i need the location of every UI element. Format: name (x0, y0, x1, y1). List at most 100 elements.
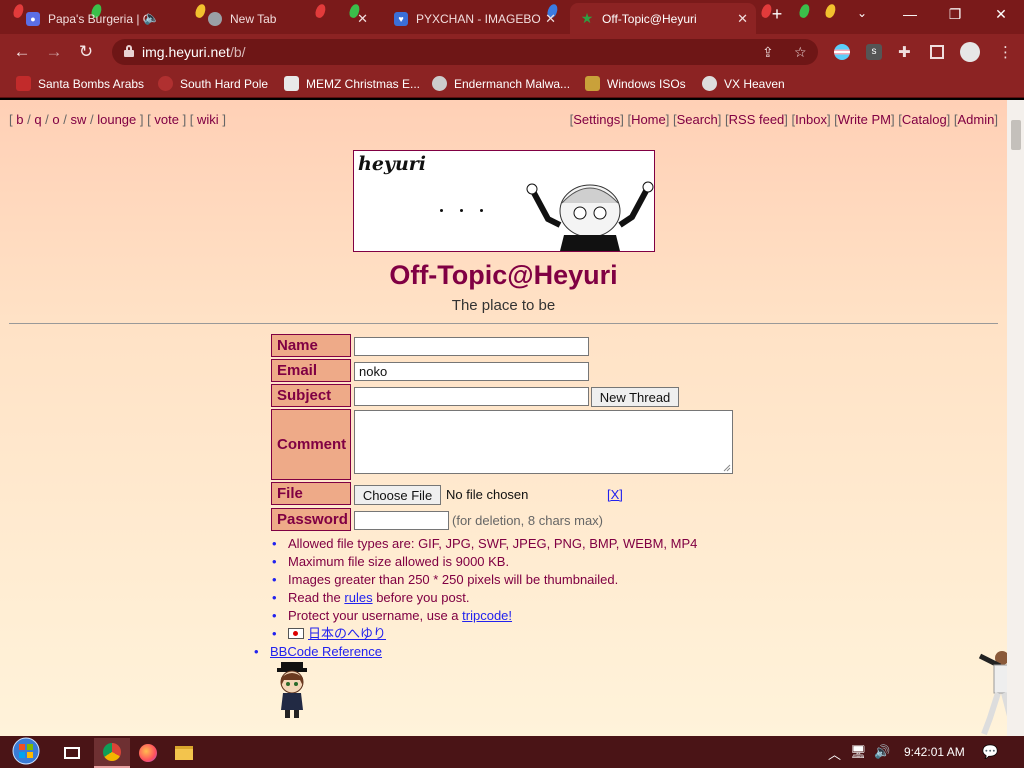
extensions-puzzle-icon[interactable]: ✚ (898, 43, 911, 61)
anime-girl-illustration (526, 181, 654, 251)
taskbar-file-explorer[interactable] (166, 738, 202, 768)
tab-pyxchan[interactable]: ♥ PYXCHAN - IMAGEBO ✕ (384, 3, 564, 34)
tab-title: Papa's Burgeria | C (48, 11, 150, 26)
side-panel-icon[interactable] (930, 45, 944, 59)
tab-title: Off-Topic@Heyuri (602, 11, 697, 26)
bracket: [ (9, 112, 13, 127)
share-icon[interactable]: ⇪ (762, 44, 774, 61)
task-view-icon (64, 747, 80, 759)
list-item: Protect your username, use a tripcode! (270, 607, 697, 625)
bookmark-memz-christmas[interactable]: MEMZ Christmas E... (284, 76, 420, 91)
search-link[interactable]: Search (677, 112, 718, 127)
bookmark-endermanch-malware[interactable]: Endermanch Malwa... (432, 76, 570, 91)
lock-icon[interactable] (124, 45, 134, 57)
url-text[interactable]: img.heyuri.net/b/ (142, 44, 246, 60)
wiki-link[interactable]: wiki (197, 112, 219, 127)
new-thread-button[interactable]: New Thread (591, 387, 679, 407)
menu-kebab-icon[interactable]: ⋮ (998, 43, 1013, 61)
taskbar-firefox[interactable] (130, 738, 166, 768)
name-field[interactable] (354, 337, 589, 356)
password-field[interactable] (354, 511, 449, 530)
board-link-o[interactable]: o (52, 112, 59, 127)
speaker-icon[interactable]: 🔈 (144, 10, 160, 26)
page-viewport: [ b / q / o / sw / lounge ] [ vote ] [ w… (0, 100, 1024, 736)
board-banner[interactable]: heyuri (353, 150, 655, 252)
forward-arrow-icon[interactable]: → (42, 42, 66, 62)
window-close-button[interactable]: ✕ (986, 6, 1016, 23)
vote-link[interactable]: vote (154, 112, 179, 127)
christmas-light-icon (823, 2, 838, 20)
subject-label: Subject (271, 384, 351, 407)
board-link-sw[interactable]: sw (70, 112, 86, 127)
start-button[interactable] (6, 736, 46, 766)
network-icon[interactable]: 🖥 (850, 744, 867, 760)
back-arrow-icon[interactable]: ← (10, 42, 34, 62)
divider (9, 323, 998, 324)
task-view-button[interactable] (54, 738, 90, 768)
trans-flag-extension-icon[interactable] (834, 44, 850, 60)
bookmark-windows-isos[interactable]: Windows ISOs (585, 76, 686, 91)
scrollbar-thumb[interactable] (1011, 120, 1021, 150)
board-link-lounge[interactable]: lounge (97, 112, 136, 127)
email-field[interactable]: noko (354, 362, 589, 381)
comment-textarea[interactable] (354, 410, 733, 474)
notifications-icon[interactable]: 💬 (982, 744, 998, 760)
catalog-link[interactable]: Catalog (902, 112, 947, 127)
close-tab-icon[interactable]: ✕ (357, 11, 368, 27)
board-link-q[interactable]: q (34, 112, 41, 127)
inbox-link[interactable]: Inbox (795, 112, 827, 127)
rules-link[interactable]: rules (344, 590, 372, 605)
bookmark-santa-bombs-arabs[interactable]: Santa Bombs Arabs (16, 76, 144, 91)
write-pm-link[interactable]: Write PM (838, 112, 891, 127)
bookmark-favicon-icon (702, 76, 717, 91)
ellipsis-dot (460, 209, 463, 212)
page-scrollbar[interactable] (1007, 100, 1024, 736)
taskbar-clock[interactable]: 9:42:01 AM (904, 745, 965, 759)
board-link-b[interactable]: b (16, 112, 23, 127)
tab-off-topic-heyuri[interactable]: ★ Off-Topic@Heyuri ✕ (570, 3, 756, 34)
subject-field[interactable] (354, 387, 589, 406)
bookmark-vx-heaven[interactable]: VX Heaven (702, 76, 785, 91)
tab-new-tab[interactable]: New Tab ✕ (198, 3, 376, 34)
file-label: File (271, 482, 351, 505)
password-label: Password (271, 508, 351, 531)
bookmark-star-icon[interactable]: ☆ (794, 44, 807, 61)
home-link[interactable]: Home (631, 112, 666, 127)
remove-file-link[interactable]: [X] (607, 487, 623, 502)
new-tab-button[interactable]: + (762, 4, 792, 25)
japan-flag-icon (288, 628, 304, 639)
bbcode-reference-link[interactable]: BBCode Reference (270, 644, 382, 659)
show-hidden-icons-chevron-icon[interactable]: ︿ (828, 744, 841, 763)
banner-logo-text: heyuri (358, 153, 426, 175)
star-favicon-icon: ★ (580, 10, 594, 26)
tab-papas-burgeria[interactable]: ● Papa's Burgeria | C 🔈 (16, 3, 160, 34)
reload-icon[interactable]: ↻ (74, 42, 98, 62)
bookmarks-bar: Santa Bombs Arabs South Hard Pole MEMZ C… (0, 70, 1024, 98)
address-bar[interactable]: img.heyuri.net/b/ ⇪ ☆ (112, 39, 818, 65)
bracket: ] (222, 112, 226, 127)
restore-button[interactable]: ❐ (940, 6, 970, 23)
bookmark-south-hard-pole[interactable]: South Hard Pole (158, 76, 268, 91)
list-item: Read the rules before you post. (270, 589, 697, 607)
resize-grip-icon[interactable] (723, 464, 731, 472)
volume-icon[interactable]: 🔊 (874, 744, 890, 760)
shield-icon: ♥ (394, 11, 408, 26)
rss-feed-link[interactable]: RSS feed (729, 112, 785, 127)
tab-strip: ● Papa's Burgeria | C 🔈 New Tab ✕ ♥ PYXC… (0, 0, 1024, 34)
bookmark-label: South Hard Pole (180, 76, 269, 91)
minimize-button[interactable]: — (895, 6, 925, 22)
profile-avatar-icon[interactable] (960, 42, 980, 62)
close-tab-icon[interactable]: ✕ (737, 11, 748, 27)
tripcode-link[interactable]: tripcode! (462, 608, 512, 623)
settings-link[interactable]: Settings (573, 112, 620, 127)
comment-label: Comment (271, 409, 351, 480)
no-file-chosen-text: No file chosen (446, 487, 529, 502)
taskbar-chrome[interactable] (94, 738, 130, 768)
choose-file-button[interactable]: Choose File (354, 485, 441, 505)
admin-link[interactable]: Admin (958, 112, 995, 127)
tab-search-chevron-icon[interactable]: ⌄ (847, 6, 877, 20)
close-tab-icon[interactable]: ✕ (545, 11, 556, 27)
extension-s-icon[interactable]: s (866, 44, 882, 60)
japanese-heyuri-link[interactable]: 日本のへゆり (308, 626, 386, 641)
rule-read-prefix: Read the (288, 590, 341, 605)
